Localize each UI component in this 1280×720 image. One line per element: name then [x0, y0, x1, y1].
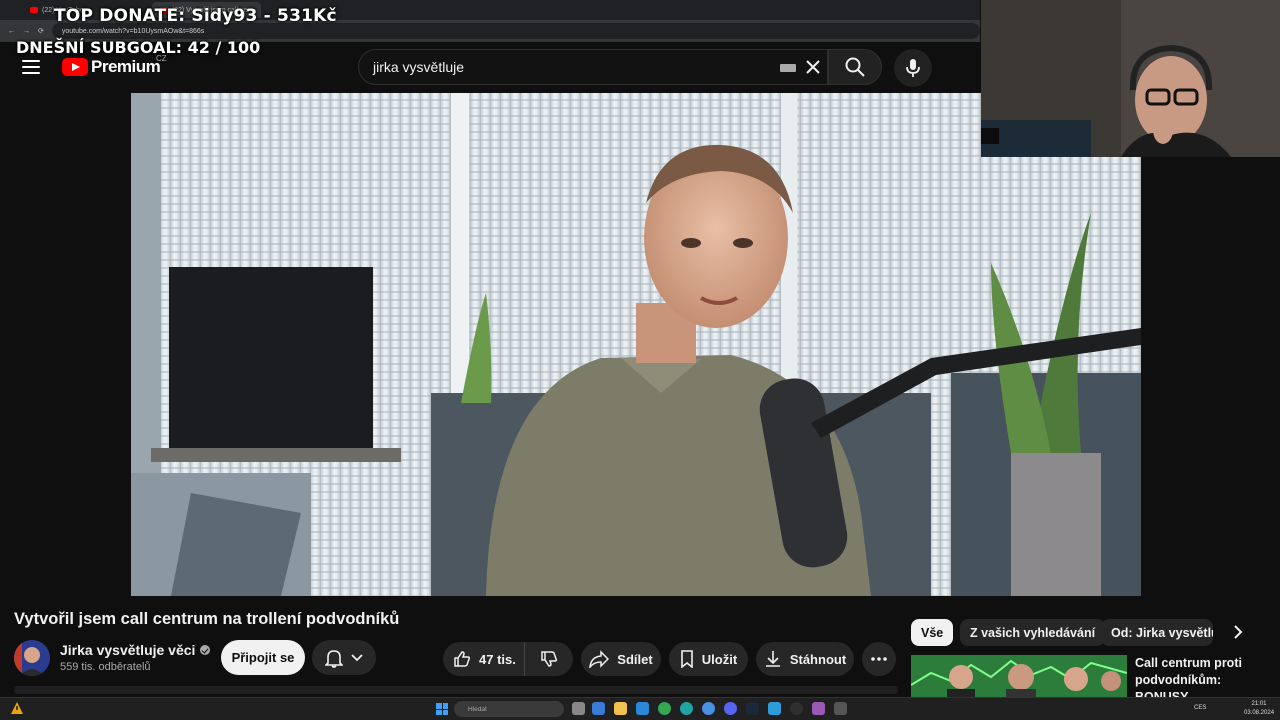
search-input[interactable]: jirka vysvětluje — [358, 49, 828, 85]
dislike-button[interactable] — [525, 650, 573, 668]
mic-icon — [906, 59, 920, 77]
search-value: jirka vysvětluje — [373, 59, 465, 75]
widgets-icon[interactable] — [592, 702, 605, 715]
app-icon[interactable] — [834, 702, 847, 715]
notification-button[interactable] — [312, 640, 376, 675]
streamer-webcam — [981, 0, 1280, 157]
chevron-down-icon — [351, 653, 363, 661]
youtube-logo[interactable]: Premium — [62, 57, 161, 77]
obs-icon[interactable] — [790, 702, 803, 715]
download-label: Stáhnout — [789, 651, 847, 667]
save-label: Uložit — [701, 651, 738, 667]
logo-text: Premium — [91, 57, 161, 76]
windows-icon[interactable] — [436, 703, 448, 715]
task-view-icon[interactable] — [572, 702, 585, 715]
related-video-title[interactable]: Call centrum proti podvodníkům: BONUSY — [1135, 655, 1275, 697]
related-video-thumbnail[interactable] — [911, 655, 1127, 697]
app-icon[interactable] — [702, 702, 715, 715]
explorer-icon[interactable] — [614, 702, 627, 715]
app-icon[interactable] — [768, 702, 781, 715]
verified-icon — [200, 645, 211, 655]
steam-icon[interactable] — [746, 702, 759, 715]
like-count: 47 tis. — [479, 651, 516, 667]
webcam-frame — [981, 0, 1280, 157]
voice-search-button[interactable] — [894, 49, 932, 87]
subgoal-overlay: DNEŠNÍ SUBGOAL: 42 / 100 — [16, 38, 261, 57]
chip-from-channel[interactable]: Od: Jirka vysvětluje — [1101, 619, 1213, 646]
share-label: Sdílet — [617, 651, 653, 667]
subscriber-count: 559 tis. odběratelů — [60, 661, 151, 673]
thumbnail-image — [911, 655, 1127, 697]
screen: (22) YouTube (22) Vytvořil jsem call ce.… — [0, 0, 1280, 720]
discord-icon[interactable] — [724, 702, 737, 715]
taskbar-search[interactable]: Hledat — [454, 701, 564, 717]
like-icon — [454, 651, 471, 667]
share-icon — [589, 650, 610, 668]
video-player[interactable] — [131, 93, 1141, 596]
top-donate-overlay: TOP DONATE: Sidy93 - 531Kč — [54, 6, 337, 26]
like-button[interactable]: 47 tis. — [443, 642, 525, 676]
join-button[interactable]: Připojit se — [221, 640, 305, 675]
like-dislike-group: 47 tis. — [443, 642, 573, 676]
youtube-favicon-icon — [30, 7, 38, 13]
language-indicator[interactable]: CES — [1194, 705, 1206, 711]
chrome-icon[interactable] — [658, 702, 671, 715]
keyboard-icon[interactable] — [780, 64, 796, 72]
bell-icon — [325, 649, 343, 668]
url-text: youtube.com/watch?v=b10UysmAOw&t=866s — [61, 27, 205, 35]
more-actions-button[interactable] — [862, 642, 896, 676]
video-frame — [131, 93, 1141, 596]
taskbar-clock[interactable]: 21:01 03.08.2024 — [1244, 700, 1274, 718]
clock-time: 21:01 — [1251, 701, 1267, 707]
clock-date: 03.08.2024 — [1244, 710, 1275, 716]
forward-icon[interactable]: → — [23, 28, 30, 35]
dislike-icon — [541, 651, 558, 667]
description-box-edge — [14, 686, 898, 694]
download-button[interactable]: Stáhnout — [756, 642, 854, 676]
app-icon[interactable] — [812, 702, 825, 715]
avatar-image — [14, 640, 50, 676]
video-title: Vytvořil jsem call centrum na trollení p… — [14, 610, 400, 628]
taskbar-search-placeholder: Hledat — [468, 705, 487, 713]
menu-icon[interactable] — [22, 60, 40, 74]
share-button[interactable]: Sdílet — [581, 642, 661, 676]
store-icon[interactable] — [636, 702, 649, 715]
channel-avatar[interactable] — [14, 640, 50, 676]
chip-all[interactable]: Vše — [911, 619, 954, 646]
reload-icon[interactable]: ⟳ — [38, 27, 44, 35]
search-icon — [845, 57, 865, 77]
search-button[interactable] — [828, 49, 882, 85]
more-icon — [871, 657, 887, 661]
chevron-right-icon[interactable] — [1228, 622, 1248, 642]
edge-icon[interactable] — [680, 702, 693, 715]
clear-icon[interactable] — [804, 58, 822, 76]
windows-taskbar: Hledat CES 21:01 03.08.2024 — [0, 697, 1280, 720]
channel-name[interactable]: Jirka vysvětluje věci — [60, 642, 211, 658]
back-icon[interactable]: ← — [8, 28, 15, 35]
chip-from-searches[interactable]: Z vašich vyhledávání — [960, 619, 1106, 646]
bookmark-icon — [680, 650, 693, 668]
download-icon — [765, 651, 780, 667]
warning-icon[interactable] — [10, 701, 24, 715]
channel-name-text: Jirka vysvětluje věci — [60, 642, 196, 658]
youtube-logo-icon — [62, 58, 88, 76]
save-button[interactable]: Uložit — [669, 642, 748, 676]
